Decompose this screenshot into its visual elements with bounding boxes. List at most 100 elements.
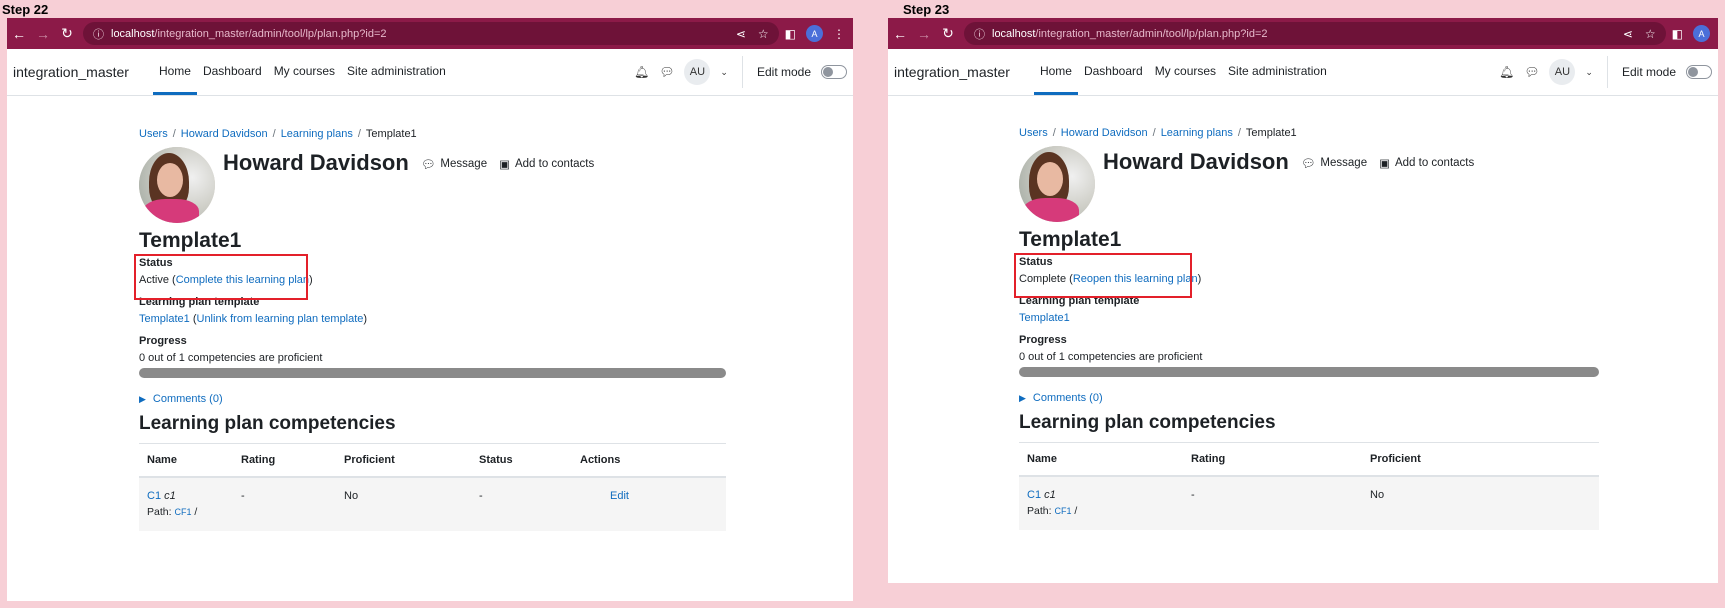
share-icon[interactable]: ⋖ [736,27,746,41]
breadcrumb: Users / Howard Davidson / Learning plans / … [139,128,417,140]
comments-link[interactable]: Comments (0) [1033,392,1103,404]
site-name[interactable]: integration_master [13,64,129,80]
comments-toggle[interactable]: ▶ Comments (0) [139,393,726,405]
edit-mode-toggle[interactable] [1686,65,1712,79]
competency-code-link[interactable]: C1 [1027,489,1041,501]
notifications-bell-icon[interactable]: 🔔︎ [1499,65,1514,79]
message-button[interactable]: 💬︎ Message [421,157,487,171]
page-user-name: Howard Davidson [1103,149,1289,174]
comments-toggle[interactable]: ▶ Comments (0) [1019,392,1599,404]
nav-dashboard[interactable]: Dashboard [1078,49,1149,95]
back-icon[interactable]: ← [888,26,912,42]
nav-my-courses[interactable]: My courses [268,49,341,95]
messages-icon[interactable]: 💬︎ [659,65,674,79]
chevron-down-icon[interactable]: ⌄ [1585,67,1593,78]
breadcrumb-learning-plans[interactable]: Learning plans [1161,127,1233,139]
chevron-down-icon[interactable]: ⌄ [720,67,728,78]
share-icon[interactable]: ⋖ [1623,27,1633,41]
breadcrumb-learning-plans[interactable]: Learning plans [281,128,353,140]
progress-text: 0 out of 1 competencies are proficient [139,352,323,364]
url-path: /integration_master/admin/tool/lp/plan.p… [154,27,387,40]
highlight-box [134,254,308,300]
competency-name: c1 [1044,489,1056,501]
status-cell: - [471,477,572,531]
message-button[interactable]: 💬︎ Message [1301,156,1367,170]
competency-code-link[interactable]: C1 [147,490,161,502]
breadcrumb-current: Template1 [365,128,417,140]
competencies-table: Name Rating Proficient Status Actions C1… [139,443,726,531]
col-status: Status [471,443,572,478]
reload-icon[interactable]: ↻ [936,25,960,42]
site-info-icon[interactable]: ⓘ [93,26,104,42]
breadcrumb-user[interactable]: Howard Davidson [1061,127,1148,139]
notifications-bell-icon[interactable]: 🔔︎ [634,65,649,79]
user-avatar-photo[interactable] [139,147,215,223]
nav-site-administration[interactable]: Site administration [1222,49,1333,95]
address-bar[interactable]: ⓘ localhost/integration_master/admin/too… [964,22,1666,45]
breadcrumb: Users / Howard Davidson / Learning plans / … [1019,127,1297,139]
reload-icon[interactable]: ↻ [55,25,79,42]
nav-home[interactable]: Home [1033,49,1078,95]
user-avatar-photo[interactable] [1019,146,1095,222]
proficient-cell: No [1362,476,1599,530]
breadcrumb-users[interactable]: Users [1019,127,1048,139]
address-bar[interactable]: ⓘ localhost/integration_master/admin/too… [83,22,779,45]
bookmark-star-icon[interactable]: ☆ [758,27,769,41]
highlight-box [1014,253,1192,298]
competencies-table: Name Rating Proficient C1 c1 Path: CF1 /… [1019,442,1599,530]
page-title: Template1 [1019,228,1122,251]
profile-avatar[interactable]: A [1693,25,1710,42]
back-icon[interactable]: ← [7,26,31,42]
col-rating: Rating [233,443,336,478]
unlink-template-link[interactable]: Unlink from learning plan template [197,313,364,325]
nav-dashboard[interactable]: Dashboard [197,49,268,95]
col-actions: Actions [572,443,726,478]
template-link[interactable]: Template1 [139,313,190,325]
edit-mode-label: Edit mode [1621,65,1676,79]
step-label: Step 22 [2,2,49,17]
competencies-heading: Learning plan competencies [1019,412,1276,433]
edit-mode-label: Edit mode [756,65,811,79]
breadcrumb-user[interactable]: Howard Davidson [181,128,268,140]
address-card-icon: ▣ [499,159,510,171]
main-content: Users / Howard Davidson / Learning plans / … [134,128,726,531]
site-info-icon[interactable]: ⓘ [974,26,985,42]
url-host: localhost [111,27,155,40]
user-menu-avatar[interactable]: AU [1549,59,1576,85]
side-panel-icon[interactable]: ◧ [1672,27,1683,41]
progress-bar [1019,367,1599,377]
edit-link[interactable]: Edit [610,490,629,502]
message-icon: 💬︎ [1300,158,1316,170]
messages-icon[interactable]: 💬︎ [1524,65,1539,79]
add-contact-button[interactable]: ▣ Add to contacts [1379,156,1474,170]
framework-link[interactable]: CF1 [174,507,191,517]
page-title: Template1 [139,229,242,252]
side-panel-icon[interactable]: ◧ [785,27,796,41]
page-user-name: Howard Davidson [223,150,409,175]
bookmark-star-icon[interactable]: ☆ [1645,27,1656,41]
forward-icon[interactable]: → [912,26,936,42]
template-link[interactable]: Template1 [1019,312,1070,324]
site-name[interactable]: integration_master [894,64,1010,80]
browser-window: ← → ↻ ⓘ localhost/integration_master/adm… [888,18,1718,583]
breadcrumb-users[interactable]: Users [139,128,168,140]
nav-site-administration[interactable]: Site administration [341,49,452,95]
breadcrumb-current: Template1 [1245,127,1297,139]
rating-cell: - [233,477,336,531]
template-value: Template1 [1019,312,1599,324]
kebab-menu-icon[interactable]: ⋮ [833,27,845,41]
profile-avatar[interactable]: A [806,25,823,42]
forward-icon[interactable]: → [31,26,55,42]
add-contact-button[interactable]: ▣ Add to contacts [499,157,594,171]
col-name: Name [1019,442,1183,477]
table-row: C1 c1 Path: CF1 / - No - Edit [139,477,726,531]
progress-text: 0 out of 1 competencies are proficient [1019,351,1203,363]
edit-mode-toggle[interactable] [821,65,847,79]
rating-cell: - [1183,476,1362,530]
nav-my-courses[interactable]: My courses [1149,49,1222,95]
browser-toolbar: ← → ↻ ⓘ localhost/integration_master/adm… [7,18,853,49]
user-menu-avatar[interactable]: AU [684,59,711,85]
comments-link[interactable]: Comments (0) [153,393,223,405]
framework-link[interactable]: CF1 [1054,506,1071,516]
nav-home[interactable]: Home [152,49,197,95]
